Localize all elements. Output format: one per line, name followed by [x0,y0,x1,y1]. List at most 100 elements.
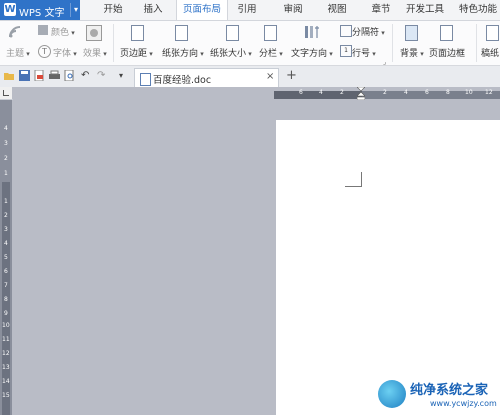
draft-paper-button[interactable]: 稿纸 [481,46,499,59]
margins-label: 页边距 [120,49,148,59]
tab-view[interactable]: 视图 [320,0,354,20]
effect-label: 效果 [83,49,102,59]
paper-size-button[interactable]: 纸张大小 ▾ [210,46,252,59]
document-tab-label: 百度经验.doc [153,75,212,86]
theme-label: 主题 [6,49,25,59]
ruler-mark: 6 [299,89,303,96]
separator-button[interactable]: 分隔符 ▾ [352,25,385,38]
columns-label: 分栏 [259,49,278,59]
page-border-button[interactable]: 页面边框 [429,46,465,59]
wps-app-menu-button[interactable]: W WPS 文字 ▾ [0,0,80,20]
paper-size-icon[interactable] [226,25,239,41]
tab-special-features[interactable]: 特色功能 [456,0,500,20]
theme-icon[interactable] [8,25,22,39]
draft-paper-icon[interactable] [486,25,499,41]
new-tab-icon[interactable]: + [286,68,297,83]
paper-size-label: 纸张大小 [210,49,247,59]
indent-marker-icon[interactable] [356,86,366,101]
color-icon[interactable] [38,25,48,35]
dialog-launcher-icon[interactable]: ⌟ [383,58,386,66]
theme-button[interactable]: 主题 ▾ [6,46,30,59]
quick-access-bar: ↶ ↷ ▾ 百度经验.doc × + [0,66,500,88]
tab-insert[interactable]: 插入 [134,0,172,20]
ruler-mark: 14 [2,378,10,385]
watermark-url: www.ycwjzy.com [430,399,497,408]
ruler-mark: 2 [383,89,387,96]
background-label: 背景 [400,49,419,59]
ruler-mark: 12 [2,350,10,357]
orientation-icon[interactable] [175,25,188,41]
tab-home[interactable]: 开始 [94,0,132,20]
ruler-mark: 8 [4,296,8,303]
tab-page-layout[interactable]: 页面布局 [176,0,228,20]
document-tab[interactable]: 百度经验.doc × [134,68,279,88]
ruler-mark: 1 [4,170,8,177]
ruler-mark: 9 [4,310,8,317]
text-direction-icon[interactable] [304,25,320,39]
color-label: 颜色 [51,28,70,38]
ruler-mark: 13 [2,364,10,371]
font-theme-icon: T [38,45,51,58]
ruler-mark: 2 [4,155,8,162]
watermark-globe-icon [378,380,406,408]
background-button[interactable]: 背景 ▾ [400,46,424,59]
effect-icon[interactable] [86,25,102,41]
page-border-icon[interactable] [440,25,453,41]
chevron-down-icon[interactable]: ▾ [70,3,81,17]
watermark-logo: 纯净系统之家 www.ycwjzy.com [378,378,500,415]
ruler-mark: 4 [4,240,8,247]
ruler-mark: 15 [2,392,10,399]
text-direction-button[interactable]: 文字方向 ▾ [291,46,333,59]
ruler-mark: 7 [4,282,8,289]
app-title: WPS 文字 [19,8,65,19]
margins-button[interactable]: 页边距 ▾ [120,46,153,59]
wps-logo-icon: W [4,3,16,16]
separator-label: 分隔符 [352,28,380,38]
effect-button[interactable]: 效果 ▾ [83,46,107,59]
line-number-icon: 1 [340,45,352,57]
print-preview-icon[interactable] [64,69,75,82]
tab-review[interactable]: 审阅 [276,0,310,20]
ruler-mark: 12 [485,89,493,96]
columns-button[interactable]: 分栏 ▾ [259,46,283,59]
columns-icon[interactable] [264,25,277,41]
ruler-mark: 8 [446,89,450,96]
ruler-mark: 4 [404,89,408,96]
save-icon[interactable] [19,70,30,81]
redo-icon[interactable]: ↷ [97,70,108,81]
undo-icon[interactable]: ↶ [81,70,92,81]
ruler-mark: 4 [4,125,8,132]
color-button[interactable]: 颜色 ▾ [51,25,75,38]
ruler-mark: 11 [2,336,10,343]
orientation-label: 纸张方向 [162,49,199,59]
customize-dropdown-icon[interactable]: ▾ [119,70,130,81]
tab-references[interactable]: 引用 [230,0,264,20]
open-folder-icon[interactable] [4,70,15,81]
export-pdf-icon[interactable] [34,69,45,82]
print-icon[interactable] [49,70,60,81]
orientation-button[interactable]: 纸张方向 ▾ [162,46,204,59]
text-direction-label: 文字方向 [291,49,328,59]
ribbon-divider [476,24,477,62]
ruler-mark: 5 [4,254,8,261]
font-theme-button[interactable]: 字体 ▾ [53,46,77,59]
margins-icon[interactable] [131,25,144,41]
tab-chapter[interactable]: 章节 [364,0,398,20]
background-icon[interactable] [405,25,418,41]
document-icon [140,73,151,86]
ruler-mark: 2 [4,212,8,219]
ruler-mark: 2 [340,89,344,96]
line-number-button[interactable]: 行号 ▾ [352,46,376,59]
ribbon [0,21,500,66]
ruler-mark: 3 [4,226,8,233]
ribbon-divider [392,24,393,62]
close-icon[interactable]: × [266,71,274,82]
font-theme-label: 字体 [53,49,72,59]
tab-stop-icon [3,90,9,96]
tab-developer-tools[interactable]: 开发工具 [400,0,450,20]
ruler-mark: 3 [4,140,8,147]
separator-icon [340,25,352,37]
ruler-mark: 6 [4,268,8,275]
watermark-title: 纯净系统之家 [410,383,489,398]
document-page[interactable] [276,120,500,415]
